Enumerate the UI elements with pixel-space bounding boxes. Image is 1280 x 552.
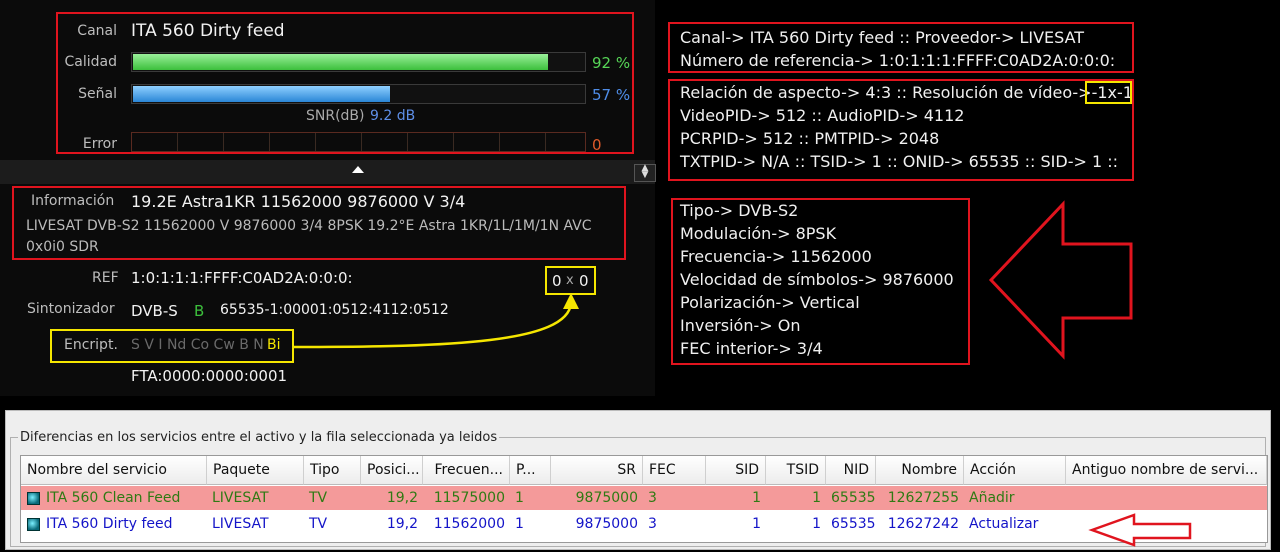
cell-tipo: TV [309, 516, 328, 532]
cell-tsid: 1 [812, 516, 821, 532]
annotation-line: TXTPID-> N/A :: TSID-> 1 :: ONID-> 65535… [680, 152, 1119, 171]
cell-paquete: LIVESAT [212, 516, 269, 532]
cell-nid: 65535 [831, 516, 876, 532]
collapse-up-icon[interactable] [352, 166, 364, 173]
cell-tipo: TV [309, 490, 328, 506]
cell-nombre: 12627255 [887, 490, 959, 506]
panel-divider [0, 160, 655, 184]
annotation-line: Polarización-> Vertical [680, 293, 860, 312]
annotation-line: PCRPID-> 512 :: PMTPID-> 2048 [680, 129, 940, 148]
annotation-pids-text: Relación de aspecto-> 4:3 :: Resolución … [680, 81, 1133, 173]
cell-p: 1 [515, 516, 524, 532]
annotation-line: Modulación-> 8PSK [680, 224, 837, 243]
column-header-sid[interactable]: SID [706, 456, 766, 485]
red-left-arrow-small [1088, 513, 1192, 547]
column-header-sr[interactable]: SR [551, 456, 643, 485]
yellow-annotation-encript [50, 329, 294, 363]
cell-accion: Actualizar [969, 516, 1039, 532]
cell-fec: 3 [648, 490, 657, 506]
column-header-p[interactable]: P... [510, 456, 551, 485]
sintonizador-b: B [194, 302, 205, 320]
cell-p: 1 [515, 490, 524, 506]
annotation-line: Inversión-> On [680, 316, 801, 335]
cell-posicion: 19,2 [386, 490, 418, 506]
cell-sr: 9875000 [575, 490, 638, 506]
cell-fec: 3 [648, 516, 657, 532]
column-header-posicion[interactable]: Posici... [361, 456, 423, 485]
red-annotation-info [12, 186, 626, 260]
annotation-line: FEC interior-> 3/4 [680, 339, 823, 358]
column-header-nombre[interactable]: Nombre [876, 456, 964, 485]
column-header-frecuencia[interactable]: Frecuen... [423, 456, 510, 485]
annotation-line: Canal-> ITA 560 Dirty feed :: Proveedor-… [680, 28, 1085, 47]
cell-antiguo [1066, 486, 1267, 510]
annotation-line: Frecuencia-> 11562000 [680, 247, 872, 266]
column-header-antiguo[interactable]: Antiguo nombre de servi... [1066, 456, 1267, 485]
column-header-name[interactable]: Nombre del servicio [21, 456, 207, 485]
cell-sid: 1 [752, 490, 761, 506]
cell-sid: 1 [752, 516, 761, 532]
cell-frecuencia: 11575000 [433, 490, 505, 506]
yellow-curved-arrow [293, 293, 579, 349]
annotation-line: VideoPID-> 512 :: AudioPID-> 4112 [680, 106, 965, 125]
annotation-line: Número de referencia-> 1:0:1:1:1:FFFF:C0… [680, 51, 1116, 70]
cell-tsid: 1 [812, 490, 821, 506]
red-left-arrow-large [988, 200, 1133, 360]
annotation-tuning-text: Tipo-> DVB-S2 Modulación-> 8PSK Frecuenc… [680, 199, 954, 360]
column-header-tipo[interactable]: Tipo [304, 456, 361, 485]
cell-nombre: 12627242 [887, 516, 959, 532]
tv-service-icon [27, 518, 40, 531]
differences-legend: Diferencias en los servicios entre el ac… [18, 430, 500, 445]
yellow-annotation-video-res [1085, 81, 1132, 104]
sintonizador-label: Sintonizador [27, 301, 115, 317]
ref-label: REF [92, 270, 119, 286]
red-annotation-signal [56, 12, 634, 154]
column-header-fec[interactable]: FEC [643, 456, 706, 485]
column-header-paquete[interactable]: Paquete [207, 456, 304, 485]
annotation-channel-text: Canal-> ITA 560 Dirty feed :: Proveedor-… [680, 26, 1115, 72]
cell-name: ITA 560 Dirty feed [46, 516, 173, 532]
cell-frecuencia: 11562000 [433, 516, 505, 532]
column-header-tsid[interactable]: TSID [766, 456, 826, 485]
column-header-nid[interactable]: NID [826, 456, 876, 485]
cell-nid: 65535 [831, 490, 876, 506]
column-header-accion[interactable]: Acción [964, 456, 1066, 485]
cell-posicion: 19,2 [386, 516, 418, 532]
cell-sr: 9875000 [575, 516, 638, 532]
fta-value: FTA:0000:0000:0001 [131, 367, 288, 385]
sintonizador-value: DVB-S [131, 302, 178, 320]
cell-name: ITA 560 Clean Feed [46, 490, 181, 506]
expand-toggle-button[interactable]: ▲ ▼ [634, 164, 656, 182]
annotation-line: Relación de aspecto-> 4:3 :: Resolución … [680, 83, 1092, 102]
tv-service-icon [27, 492, 40, 505]
services-grid[interactable]: Nombre del servicio Paquete Tipo Posici... F… [20, 455, 1268, 543]
annotation-line: Tipo-> DVB-S2 [680, 201, 799, 220]
cell-paquete: LIVESAT [212, 490, 269, 506]
annotation-line: Velocidad de símbolos-> 9876000 [680, 270, 954, 289]
cell-accion: Añadir [969, 490, 1015, 506]
